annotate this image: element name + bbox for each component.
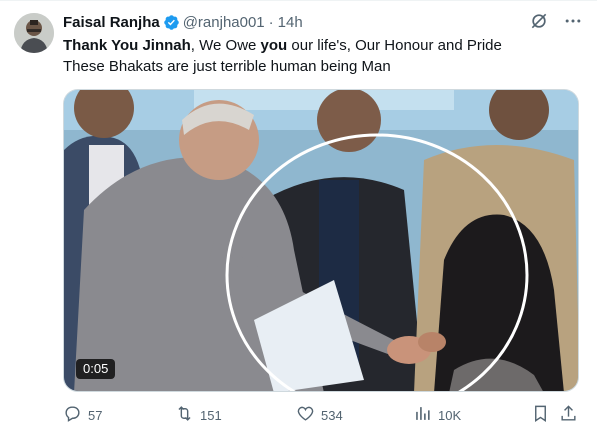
views-icon bbox=[413, 404, 432, 426]
tweet-text-line-1: Thank You Jinnah, We Owe you our life's,… bbox=[63, 37, 502, 54]
grok-icon[interactable] bbox=[529, 11, 549, 36]
tweet-text-line-2: These Bhakats are just terrible human be… bbox=[63, 58, 391, 75]
like-button[interactable]: 534 bbox=[296, 401, 343, 429]
tweet-header: Faisal Ranjha @ranjha001 · 14h bbox=[63, 12, 303, 32]
share-icon bbox=[559, 404, 578, 426]
video-player[interactable]: 0:05 bbox=[63, 89, 579, 392]
heart-icon bbox=[296, 404, 315, 426]
reply-count: 57 bbox=[88, 407, 103, 423]
repost-count: 151 bbox=[200, 407, 222, 423]
views-button[interactable]: 10K bbox=[413, 401, 461, 429]
share-button[interactable] bbox=[559, 401, 578, 429]
views-count: 10K bbox=[438, 407, 462, 423]
author-name[interactable]: Faisal Ranjha bbox=[63, 14, 160, 31]
bookmark-icon bbox=[531, 404, 550, 426]
reply-button[interactable]: 57 bbox=[63, 401, 102, 429]
avatar[interactable] bbox=[14, 13, 54, 53]
tweet[interactable]: Faisal Ranjha @ranjha001 · 14h Thank You… bbox=[0, 0, 597, 433]
repost-icon bbox=[175, 404, 194, 426]
header-actions bbox=[529, 11, 583, 36]
tweet-text: Thank You Jinnah, We Owe you our life's,… bbox=[63, 35, 583, 77]
repost-button[interactable]: 151 bbox=[175, 401, 222, 429]
video-duration: 0:05 bbox=[76, 359, 116, 379]
timestamp[interactable]: 14h bbox=[278, 14, 303, 31]
bookmark-button[interactable] bbox=[531, 401, 550, 429]
verified-badge-icon bbox=[163, 14, 180, 31]
more-icon[interactable] bbox=[563, 11, 583, 36]
author-handle[interactable]: @ranjha001 bbox=[183, 14, 265, 31]
separator: · bbox=[268, 13, 274, 31]
like-count: 534 bbox=[321, 407, 343, 423]
tweet-actions: 57 151 534 10K bbox=[63, 401, 579, 429]
reply-icon bbox=[63, 404, 82, 426]
video-frame bbox=[64, 90, 578, 391]
